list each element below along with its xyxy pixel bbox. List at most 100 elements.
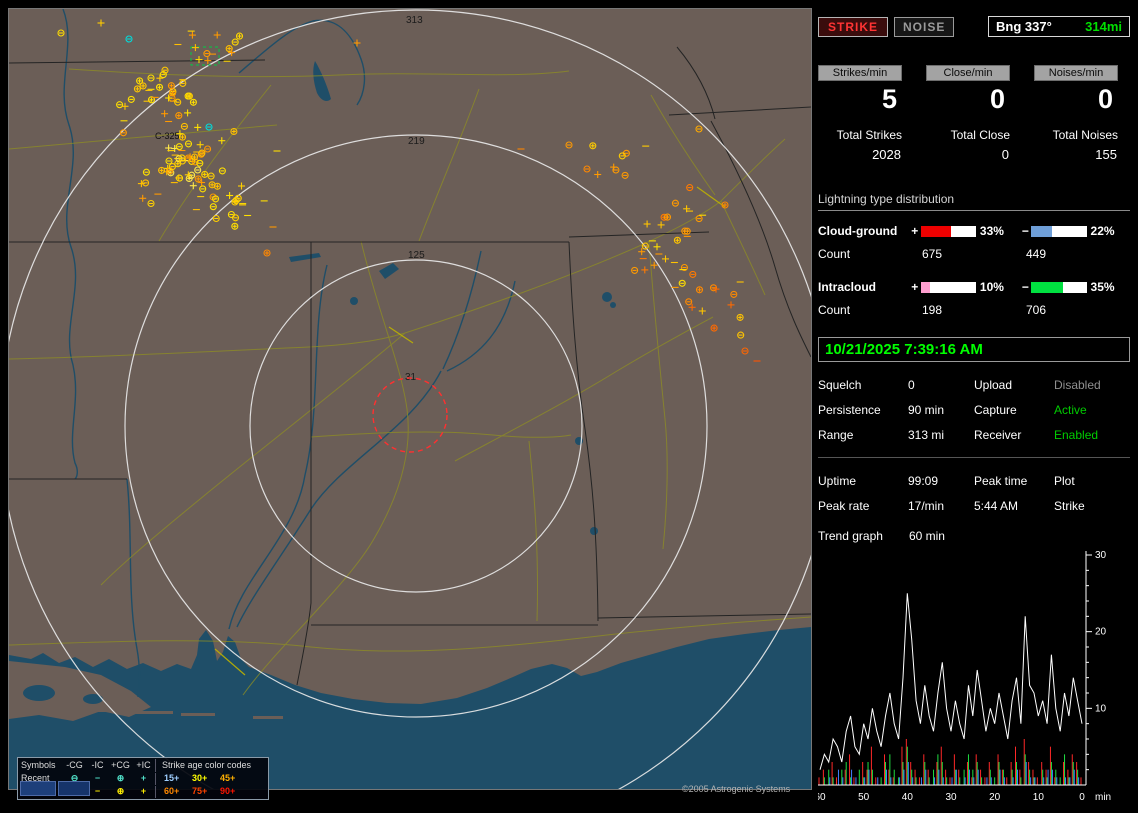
age-30: 30+	[192, 773, 208, 783]
legend-col-cg-neg: -CG	[66, 760, 83, 770]
range-value: 313 mi	[908, 428, 945, 442]
trend-graph-header: Trend graph 60 min	[818, 529, 1130, 543]
persistence-value: 90 min	[908, 403, 945, 417]
strikes-per-min-value: 5	[881, 84, 897, 114]
uptime-label: Uptime	[818, 474, 857, 488]
svg-text:30: 30	[945, 792, 957, 803]
peak-rate-label: Peak rate	[818, 499, 870, 513]
bearing-range-value: 314mi	[1085, 19, 1122, 34]
cg-neg-bar	[1031, 225, 1087, 237]
ic-pos-bar	[920, 281, 976, 293]
total-close-label: Total Close	[950, 128, 1010, 142]
plus-sign: +	[911, 280, 919, 294]
copyright-text: ©2005 Astrogenic Systems	[682, 784, 791, 794]
svg-text:60: 60	[818, 792, 826, 803]
close-per-min-header[interactable]: Close/min	[926, 65, 1010, 81]
divider	[818, 457, 1130, 458]
intracloud-label: Intracloud	[818, 280, 877, 294]
count-label: Count	[818, 303, 851, 317]
age-15: 15+	[164, 773, 180, 783]
svg-text:20: 20	[989, 792, 1001, 803]
svg-text:0: 0	[1079, 792, 1085, 803]
ic-neg-percent: 35%	[1090, 280, 1115, 294]
receiver-status: Enabled	[1054, 428, 1099, 442]
legend-col-cg-pos: +CG	[111, 760, 130, 770]
capture-status: Active	[1054, 403, 1087, 417]
plus-sign: +	[911, 224, 919, 238]
receiver-label: Receiver	[974, 428, 1022, 442]
ic-pos-percent: 10%	[979, 280, 1004, 294]
svg-text:20: 20	[1095, 627, 1107, 638]
cg-pos-old-icon: ⊕	[116, 786, 125, 796]
storm-cell-label: C-325	[155, 131, 180, 141]
count-label: Count	[818, 247, 851, 261]
cg-neg-percent: 22%	[1090, 224, 1115, 238]
svg-text:40: 40	[902, 792, 914, 803]
ring-label-125: 125	[408, 250, 425, 261]
strikes-per-min-header[interactable]: Strikes/min	[818, 65, 902, 81]
svg-text:10: 10	[1095, 703, 1107, 714]
noises-per-min-value: 0	[1097, 84, 1113, 114]
age-60: 60+	[164, 786, 180, 796]
trend-graph-label: Trend graph	[818, 529, 883, 543]
intracloud-counts: Count 198 706	[818, 303, 1130, 317]
minus-sign: −	[1021, 280, 1029, 294]
bearing-display: Bng 337° 314mi	[988, 16, 1130, 37]
total-strikes-value: 2028	[872, 147, 901, 162]
mode-toolbar: STRIKE NOISE Bng 337° 314mi	[818, 16, 1130, 37]
age-75: 75+	[192, 786, 208, 796]
cg-pos-count: 675	[922, 247, 943, 261]
ic-pos-count: 198	[922, 303, 943, 317]
ic-neg-bar	[1031, 281, 1087, 293]
strike-button[interactable]: STRIKE	[818, 16, 889, 37]
ic-pos-old-icon: +	[140, 786, 147, 796]
legend-symbols-title: Symbols	[21, 760, 56, 770]
cg-pos-recent-icon: ⊕	[116, 773, 125, 783]
legend-age-title: Strike age color codes	[155, 759, 265, 772]
bearing-value: Bng 337°	[996, 19, 1052, 34]
svg-text:30: 30	[1095, 550, 1107, 561]
cloud-ground-row: Cloud-ground + 33% − 22%	[818, 224, 1130, 238]
total-close-value: 0	[1001, 147, 1009, 162]
capture-label: Capture	[974, 403, 1017, 417]
cg-pos-bar	[920, 225, 976, 237]
taskbar-chip[interactable]	[58, 781, 90, 796]
cg-neg-count: 449	[1026, 247, 1047, 261]
upload-status: Disabled	[1054, 378, 1101, 392]
trend-window-value: 60 min	[908, 529, 945, 543]
session-grid: Uptime 99:09 Peak time Plot Peak rate 17…	[818, 474, 1130, 513]
datetime-display: 10/21/2025 7:39:16 AM	[818, 337, 1130, 362]
plot-mode-value: Strike	[1054, 499, 1085, 513]
ring-label-313: 313	[406, 15, 423, 26]
lightning-map[interactable]: 313 219 125 31 C-325	[0, 8, 833, 813]
plot-label: Plot	[1054, 474, 1075, 488]
cg-pos-percent: 33%	[979, 224, 1004, 238]
taskbar-chip[interactable]	[20, 781, 56, 796]
persistence-label: Persistence	[818, 403, 881, 417]
map-area[interactable]: 313 219 125 31 C-325 Symbols -CG -IC +CG…	[0, 8, 833, 813]
total-noises-value: 155	[1095, 147, 1117, 162]
uptime-value: 99:09	[908, 474, 939, 488]
legend-col-ic-neg: -IC	[91, 760, 104, 770]
peak-rate-value: 17/min	[908, 499, 945, 513]
distribution-title: Lightning type distribution	[818, 192, 1130, 211]
upload-label: Upload	[974, 378, 1013, 392]
ic-pos-recent-icon: +	[140, 773, 147, 783]
ring-label-219: 219	[408, 136, 425, 147]
svg-text:10: 10	[1033, 792, 1045, 803]
squelch-label: Squelch	[818, 378, 862, 392]
age-45: 45+	[220, 773, 236, 783]
noises-per-min-header[interactable]: Noises/min	[1034, 65, 1118, 81]
cloud-ground-counts: Count 675 449	[818, 247, 1130, 261]
legend-col-ic-pos: +IC	[136, 760, 151, 770]
cloud-ground-label: Cloud-ground	[818, 224, 898, 238]
settings-grid: Squelch 0 Upload Disabled Persistence 90…	[818, 378, 1130, 442]
svg-text:min: min	[1095, 792, 1111, 803]
lake	[23, 685, 55, 701]
peak-time-value: 5:44 AM	[974, 499, 1019, 513]
status-panel: STRIKE NOISE Bng 337° 314mi Strikes/min …	[818, 8, 1130, 804]
noise-button[interactable]: NOISE	[894, 16, 955, 37]
intracloud-row: Intracloud + 10% − 35%	[818, 280, 1130, 294]
rate-stats: Strikes/min 5 Total Strikes 2028 Close/m…	[818, 65, 1130, 162]
lake	[83, 694, 103, 704]
